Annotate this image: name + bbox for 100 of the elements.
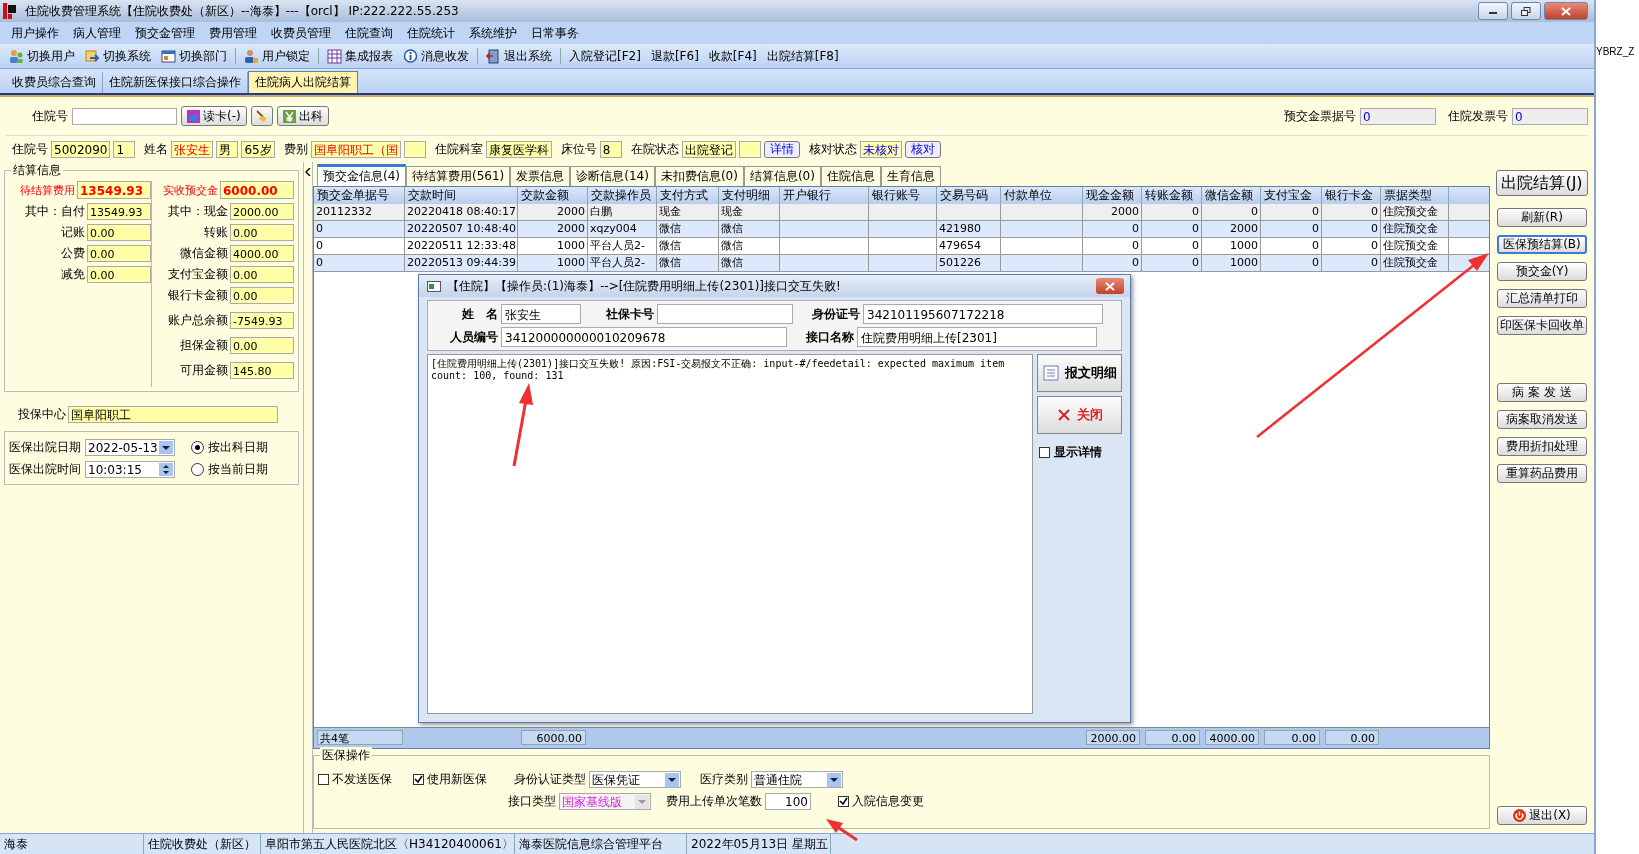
detail-tab[interactable]: 结算信息(0)	[743, 166, 821, 186]
table-cell: 微信	[719, 221, 780, 237]
detail-tab[interactable]: 诊断信息(14)	[570, 166, 655, 186]
batch-size-field[interactable]: 100	[765, 792, 811, 810]
menu-item[interactable]: 住院统计	[400, 24, 462, 42]
hospital-number-field[interactable]	[72, 107, 177, 125]
toolbar-button[interactable]: 入院登记[F2]	[566, 47, 644, 65]
table-cell: 1000	[1202, 238, 1261, 254]
action-button[interactable]: 重算药品费用	[1497, 464, 1587, 483]
read-card-button[interactable]: 读卡(-)	[181, 106, 247, 126]
detail-tab[interactable]: 待结算费用(561)	[406, 166, 511, 186]
field-label: 预交金票据号	[1284, 107, 1356, 125]
error-message: [住院费用明细上传(2301)]接口交互失败! 原因:FSI-交易报文不正确: input-#/feedetail: expected maximum item count: 100, found: 131	[431, 358, 1005, 381]
toolbar-button[interactable]: 切换系统	[82, 47, 154, 65]
checkbox-label[interactable]: 入院信息变更	[852, 792, 924, 810]
clear-button[interactable]	[250, 106, 273, 126]
action-button[interactable]: 详情	[763, 140, 800, 158]
table-row[interactable]: 20112332 20220418 08:40:17 2000 白鹏 现金 现金 2000 0 0 0 0 住院预交金	[314, 204, 1489, 221]
message-box[interactable]: [住院费用明细上传(2301)]接口交互失败! 原因:FSI-交易报文不正确: input-#/feedetail: expected maximum item count: 100, found: 131	[427, 354, 1033, 714]
toolbar-button[interactable]: 收款[F4]	[705, 47, 760, 65]
table-cell: 20220507 10:48:40	[405, 221, 518, 237]
radio-button[interactable]	[191, 462, 204, 476]
menu-item[interactable]: 病人管理	[66, 24, 128, 42]
table-cell: 20112332	[314, 204, 405, 220]
toolbar-button[interactable]: 用户锁定	[241, 47, 313, 65]
action-button[interactable]: 医保预结算(B)	[1497, 235, 1587, 254]
invoice-number-field[interactable]: 0	[1512, 107, 1588, 125]
table-cell: 住院预交金	[1381, 221, 1449, 237]
toolbar-button[interactable]: 出院结算[F8]	[763, 47, 842, 65]
detail-tab[interactable]: 住院信息	[820, 166, 881, 186]
detail-button[interactable]: 报文明细	[1037, 354, 1122, 392]
action-button[interactable]: 汇总清单打印	[1497, 289, 1587, 308]
document-tab[interactable]: 收费员综合查询	[6, 72, 103, 93]
action-button[interactable]: 印医保卡回收单	[1497, 316, 1587, 335]
broom-icon	[254, 109, 269, 123]
radio-label[interactable]: 按出科日期	[208, 438, 268, 456]
checkbox-label[interactable]: 不发送医保	[332, 770, 392, 788]
menu-item[interactable]: 费用管理	[202, 24, 264, 42]
restore-button[interactable]	[1511, 2, 1541, 20]
table-cell: 0	[1142, 238, 1202, 254]
action-button[interactable]: 预交金(Y)	[1497, 262, 1587, 281]
caret-icon	[159, 440, 173, 454]
table-row[interactable]: 0 20220513 09:44:39 1000 平台人员2- 微信 微信 501226 0 0 1000 0 0 住院预交金	[314, 255, 1489, 272]
receipt-number-field[interactable]: 0	[1360, 107, 1436, 125]
time-spinner[interactable]: 10:03:15	[85, 460, 175, 478]
exit-button[interactable]: 退出(X)	[1497, 806, 1587, 825]
action-button[interactable]: 病案取消发送	[1497, 410, 1587, 429]
date-picker[interactable]: 2022-05-13	[85, 438, 175, 456]
radio-button[interactable]	[191, 440, 204, 454]
detail-tab[interactable]: 发票信息	[510, 166, 571, 186]
detail-tab[interactable]: 预交金信息(4)	[317, 164, 406, 186]
amount-label: 公费	[61, 245, 85, 262]
menu-item[interactable]: 住院查询	[338, 24, 400, 42]
checkbox-label[interactable]: 显示详情	[1054, 444, 1102, 461]
close-button[interactable]	[1544, 2, 1588, 20]
field-label: 住院号	[32, 107, 68, 125]
toolbar-button[interactable]: 集成报表	[324, 47, 396, 65]
toolbar-button[interactable]: 退款[F6]	[647, 47, 702, 65]
field-label: 核对状态	[808, 140, 857, 158]
amount-label: 账户总余额	[168, 312, 228, 329]
table-cell: 微信	[719, 255, 780, 271]
grid-icon	[327, 48, 342, 64]
value-field: 国阜阳职工（国	[310, 140, 401, 158]
select-field[interactable]: 医保凭证	[589, 770, 681, 788]
toolbar-button[interactable]: 切换用户	[6, 47, 78, 65]
toolbar-button[interactable]: 切换部门	[158, 47, 230, 65]
action-button[interactable]: 出院结算(J)	[1496, 170, 1588, 196]
radio-label[interactable]: 按当前日期	[208, 460, 268, 478]
menu-item[interactable]: 收费员管理	[264, 24, 338, 42]
action-button[interactable]: 刷新(R)	[1497, 208, 1587, 227]
table-cell: 421980	[937, 221, 1001, 237]
detail-tab[interactable]: 生育信息	[880, 166, 941, 186]
document-tab[interactable]: 住院病人出院结算	[248, 71, 358, 93]
table-cell: 0	[1261, 255, 1322, 271]
table-row[interactable]: 0 20220507 10:48:40 2000 xqzy004 微信 微信 421980 0 0 2000 0 0 住院预交金	[314, 221, 1489, 238]
checkbox[interactable]	[838, 795, 849, 807]
action-button[interactable]: 核对	[904, 140, 941, 158]
discharge-button[interactable]: 出科	[276, 106, 329, 126]
checkbox[interactable]	[413, 773, 424, 785]
close-button[interactable]	[1096, 278, 1124, 294]
toolbar-button[interactable]: 退出系统	[483, 47, 555, 65]
detail-tab[interactable]: 未扣费信息(0)	[654, 166, 744, 186]
checkbox[interactable]	[318, 773, 329, 785]
menu-item[interactable]: 预交金管理	[128, 24, 202, 42]
table-cell: 479654	[937, 238, 1001, 254]
menu-item[interactable]: 日常事务	[524, 24, 586, 42]
select-field[interactable]: 普通住院	[751, 770, 843, 788]
toolbar-button[interactable]: 消息收发	[400, 47, 472, 65]
status-bar-panel: 住院收费处（新区）	[144, 834, 261, 854]
field-label: 姓名	[144, 140, 169, 158]
minimize-button[interactable]	[1478, 2, 1508, 20]
menu-item[interactable]: 用户操作	[4, 24, 66, 42]
restore-icon	[1521, 6, 1531, 16]
amount-label: 其中：自付	[25, 203, 85, 220]
action-button[interactable]: 病 案 发 送	[1497, 383, 1587, 402]
action-button[interactable]: 费用折扣处理	[1497, 437, 1587, 456]
close-button[interactable]: 关闭	[1037, 396, 1122, 434]
checkbox[interactable]	[1039, 447, 1050, 458]
checkbox-label[interactable]: 使用新医保	[427, 770, 487, 788]
menu-item[interactable]: 系统维护	[462, 24, 524, 42]
